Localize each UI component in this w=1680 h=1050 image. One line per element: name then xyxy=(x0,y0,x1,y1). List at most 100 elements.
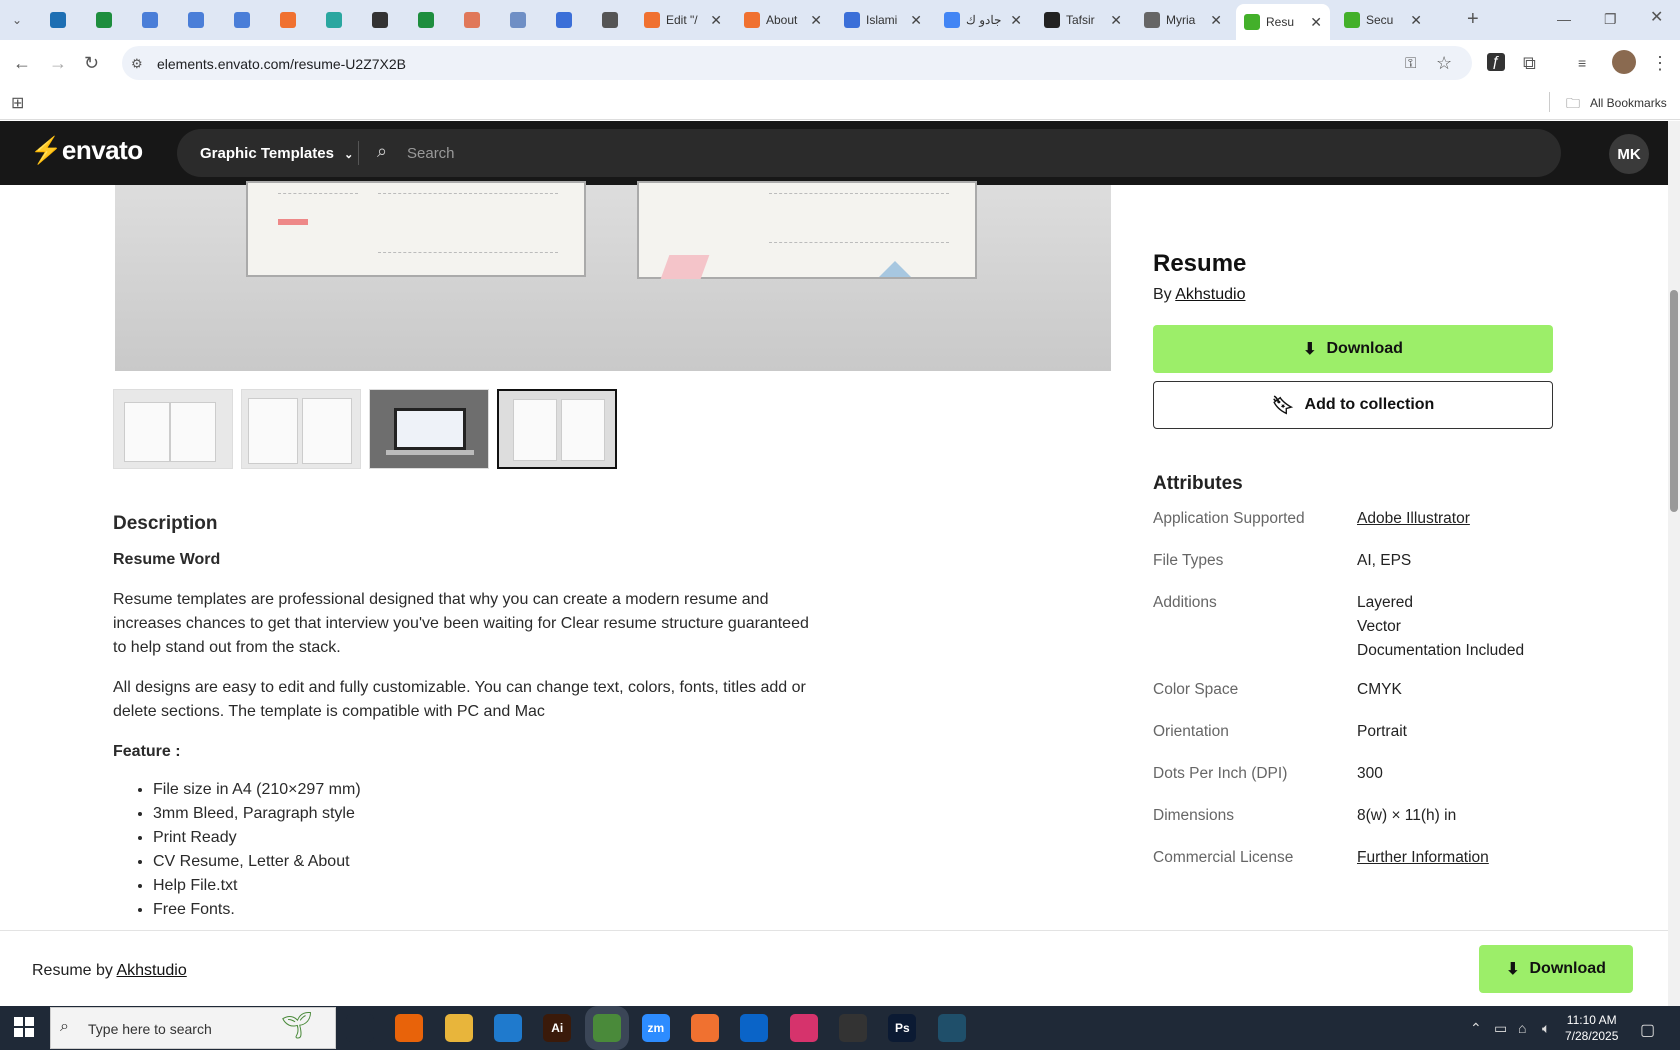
back-icon[interactable]: ← xyxy=(13,53,31,73)
all-bookmarks[interactable]: All Bookmarks xyxy=(1590,96,1667,110)
thumbnail-1[interactable] xyxy=(113,389,233,469)
page-scrollbar[interactable] xyxy=(1668,121,1680,1006)
outlook-icon[interactable] xyxy=(740,1014,769,1042)
bookmark-star-icon[interactable]: ☆ xyxy=(1436,53,1452,73)
browser-tab[interactable] xyxy=(268,4,308,36)
plant-icon: 🌱︎ xyxy=(280,1010,314,1040)
collection-label: Add to collection xyxy=(1304,396,1435,413)
browser-tab[interactable]: Secu ✕ xyxy=(1336,4,1430,36)
tab-search-icon[interactable]: ⌄ xyxy=(12,10,22,30)
sticky-author-link[interactable]: Akhstudio xyxy=(116,962,186,979)
tab-close-icon[interactable]: ✕ xyxy=(1310,14,1322,31)
browser-tab[interactable] xyxy=(452,4,492,36)
download-label: Download xyxy=(1326,340,1403,357)
feature-item: CV Resume, Letter & About xyxy=(153,850,823,874)
tab-close-icon[interactable]: ✕ xyxy=(910,12,922,29)
close-window-icon[interactable]: ✕ xyxy=(1650,8,1663,28)
add-to-collection-button[interactable]: 🔖︎ Add to collection xyxy=(1153,381,1553,429)
vscode-icon[interactable] xyxy=(493,1014,522,1042)
folder-icon[interactable] xyxy=(444,1014,473,1042)
forms-icon xyxy=(556,12,572,28)
attribute-value-link[interactable]: Further Information xyxy=(1357,846,1577,870)
browser-tab[interactable] xyxy=(360,4,400,36)
network-icon[interactable]: ⌂ xyxy=(1518,1020,1526,1036)
profile-avatar[interactable] xyxy=(1612,50,1636,74)
browser-tab[interactable]: Tafsir ✕ xyxy=(1036,4,1130,36)
scrollbar-thumb[interactable] xyxy=(1670,290,1678,512)
author-link[interactable]: Akhstudio xyxy=(1175,286,1245,303)
zoom-icon[interactable]: zm xyxy=(641,1014,670,1042)
taskbar-clock[interactable]: 11:10 AM 7/28/2025 xyxy=(1565,1012,1618,1044)
sheets-icon xyxy=(418,12,434,28)
laptop-base xyxy=(386,450,474,455)
byline: By Akhstudio xyxy=(1153,286,1553,304)
tab-close-icon[interactable]: ✕ xyxy=(710,12,722,29)
restore-icon[interactable]: ❐ xyxy=(1604,9,1617,29)
tab-close-icon[interactable]: ✕ xyxy=(1410,12,1422,29)
browser-tab[interactable]: Edit "/ ✕ xyxy=(636,4,730,36)
tray-battery-icon[interactable]: ▭ xyxy=(1494,1020,1507,1037)
browser-tab[interactable] xyxy=(222,4,262,36)
thumbnail-3[interactable] xyxy=(369,389,489,469)
browser-tab[interactable] xyxy=(544,4,584,36)
tray-chevron-icon[interactable]: ⌃ xyxy=(1470,1020,1482,1037)
media-controls-icon[interactable]: ≡ xyxy=(1578,53,1586,73)
sticky-download-button[interactable]: ⬇ Download xyxy=(1479,945,1633,993)
site-info-icon[interactable]: ⚙ xyxy=(131,54,143,74)
firefox-icon[interactable] xyxy=(395,1014,424,1042)
tab-close-icon[interactable]: ✕ xyxy=(810,12,822,29)
forward-icon[interactable]: → xyxy=(49,53,67,73)
envato-logo[interactable]: ⚡envato xyxy=(30,135,143,166)
thumbnail-2[interactable] xyxy=(241,389,361,469)
user-avatar[interactable]: MK xyxy=(1609,134,1649,174)
attribute-value-link[interactable]: Adobe Illustrator xyxy=(1357,507,1577,531)
thumbnail-4-selected[interactable] xyxy=(497,389,617,469)
windows-start-icon[interactable] xyxy=(14,1017,34,1037)
pen-icon[interactable] xyxy=(839,1014,867,1042)
apps-grid-icon[interactable]: ⊞ xyxy=(11,94,24,114)
app-icon[interactable] xyxy=(937,1014,966,1042)
url-text[interactable]: elements.envato.com/resume-U2Z7X2B xyxy=(157,56,406,72)
chrome-menu-icon[interactable]: ⋮ xyxy=(1651,53,1669,73)
volume-icon[interactable]: 🔈︎ xyxy=(1542,1020,1550,1037)
browser-tab[interactable]: About ✕ xyxy=(736,4,830,36)
browser-tab[interactable] xyxy=(314,4,354,36)
product-sidebar: Resume By Akhstudio xyxy=(1153,250,1553,304)
category-dropdown[interactable]: Graphic Templates ⌄ xyxy=(200,145,353,162)
password-key-icon[interactable]: ⚿ xyxy=(1405,54,1416,74)
browser-tab[interactable] xyxy=(406,4,446,36)
minimize-icon[interactable]: — xyxy=(1557,9,1571,29)
thumb-page xyxy=(513,399,557,461)
resume-sheet-preview xyxy=(637,181,977,279)
tab-close-icon[interactable]: ✕ xyxy=(1110,12,1122,29)
tab-strip: ⌄ Edit "/✕ About ✕ Islami ✕ جادو ك ✕ Tafsir ✕ Myr… xyxy=(0,0,1680,40)
browser-tab[interactable]: Myria ✕ xyxy=(1136,4,1230,36)
browser-tab[interactable] xyxy=(176,4,216,36)
browser-tab[interactable] xyxy=(130,4,170,36)
browser-tab[interactable]: Islami ✕ xyxy=(836,4,930,36)
tab-close-icon[interactable]: ✕ xyxy=(1010,12,1022,29)
browser-tab[interactable]: جادو ك ✕ xyxy=(936,4,1030,36)
taskbar-search-input[interactable]: Type here to search xyxy=(88,1021,212,1037)
browser-tab[interactable]: Resu ✕ xyxy=(1236,4,1330,40)
browser-tab[interactable] xyxy=(498,4,538,36)
browser-tab[interactable] xyxy=(38,4,78,36)
chrome-icon[interactable] xyxy=(592,1014,621,1042)
notification-icon[interactable]: ▢ xyxy=(1640,1020,1655,1040)
creative-cloud-icon[interactable] xyxy=(789,1014,818,1042)
reload-icon[interactable]: ↻ xyxy=(84,53,99,73)
category-label: Graphic Templates xyxy=(200,145,334,162)
browser-tab[interactable] xyxy=(84,4,124,36)
illustrator-icon[interactable]: Ai xyxy=(543,1014,572,1042)
tab-close-icon[interactable]: ✕ xyxy=(1210,12,1222,29)
search-input[interactable]: Search xyxy=(407,145,455,162)
photoshop-icon[interactable]: Ps xyxy=(888,1014,917,1042)
browser-tab[interactable] xyxy=(590,4,630,36)
feature-heading: Feature : xyxy=(113,743,181,760)
task-view-icon[interactable] xyxy=(346,1014,374,1042)
xampp-icon[interactable] xyxy=(691,1014,720,1042)
extensions-puzzle-icon[interactable]: ⧉ xyxy=(1523,53,1536,73)
extension-icon[interactable]: ƒ xyxy=(1487,53,1505,71)
new-tab-button[interactable]: + xyxy=(1467,9,1479,29)
download-button[interactable]: ⬇ Download xyxy=(1153,325,1553,373)
